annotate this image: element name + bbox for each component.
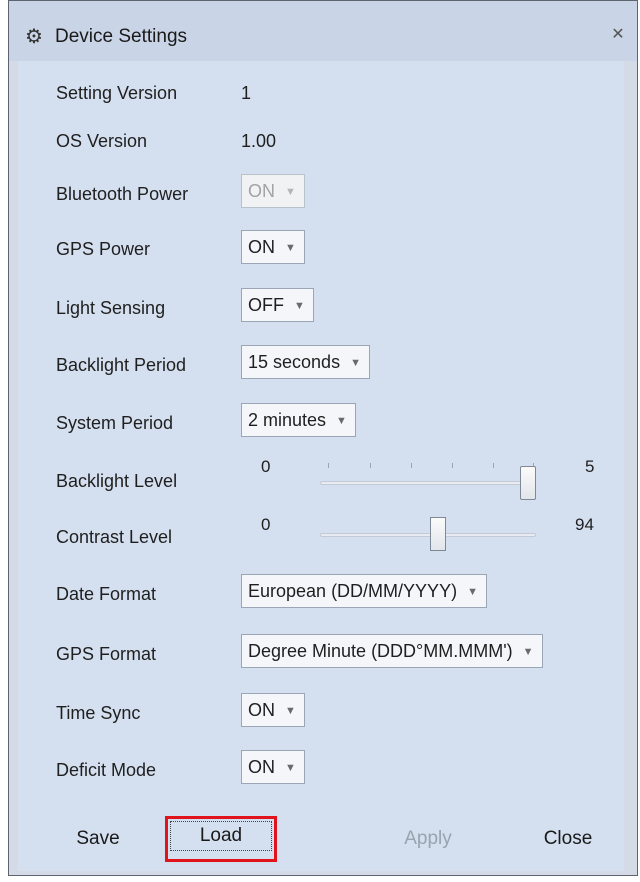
setting-version-value: 1 (241, 83, 252, 103)
contrast-level-thumb[interactable] (430, 517, 446, 551)
time-sync-value: ON (248, 700, 275, 720)
deficit-mode-dropdown[interactable]: ON ▼ (241, 750, 305, 784)
gps-power-value: ON (248, 237, 275, 257)
device-settings-dialog: ⚙ Device Settings ✕ Setting Version 1 OS… (8, 0, 638, 876)
dropdown-arrow-icon: ▼ (350, 357, 361, 370)
gps-power-dropdown[interactable]: ON ▼ (241, 230, 305, 264)
backlight-period-label: Backlight Period (56, 355, 187, 375)
bluetooth-power-dropdown: ON ▼ (241, 174, 305, 208)
close-button[interactable]: Close (528, 819, 608, 859)
dropdown-arrow-icon: ▼ (285, 762, 296, 775)
deficit-mode-value: ON (248, 757, 275, 777)
slider-tick (452, 463, 453, 468)
backlight-level-thumb[interactable] (520, 466, 536, 500)
date-format-dropdown[interactable]: European (DD/MM/YYYY) ▼ (241, 574, 487, 608)
gps-format-label: GPS Format (56, 644, 157, 664)
window-title: Device Settings (55, 26, 188, 47)
contrast-level-track[interactable] (320, 533, 536, 537)
time-sync-dropdown[interactable]: ON ▼ (241, 693, 305, 727)
dropdown-arrow-icon: ▼ (294, 300, 305, 313)
date-format-label: Date Format (56, 584, 157, 604)
gear-icon: ⚙ (25, 26, 43, 48)
gps-format-value: Degree Minute (DDD°MM.MMM') (248, 641, 513, 661)
contrast-level-label: Contrast Level (56, 527, 173, 547)
load-button-label: Load (170, 821, 272, 851)
backlight-level-min: 0 (261, 457, 271, 476)
backlight-level-label: Backlight Level (56, 471, 178, 491)
slider-tick (411, 463, 412, 468)
deficit-mode-label: Deficit Mode (56, 760, 157, 780)
dropdown-arrow-icon: ▼ (285, 186, 296, 199)
dropdown-arrow-icon: ▼ (522, 646, 534, 659)
dropdown-arrow-icon: ▼ (467, 586, 478, 599)
light-sensing-dropdown[interactable]: OFF ▼ (241, 288, 314, 322)
title-bar: ⚙ Device Settings ✕ (9, 1, 637, 61)
backlight-level-max: 5 (585, 457, 595, 476)
gps-power-label: GPS Power (56, 239, 151, 259)
save-button[interactable]: Save (58, 819, 138, 859)
light-sensing-value: OFF (248, 295, 284, 315)
bluetooth-power-label: Bluetooth Power (56, 184, 189, 204)
dropdown-arrow-icon: ▼ (336, 415, 347, 428)
os-version-label: OS Version (56, 131, 148, 151)
system-period-value: 2 minutes (248, 410, 327, 430)
slider-tick (328, 463, 329, 468)
apply-button: Apply (404, 828, 452, 849)
dropdown-arrow-icon: ▼ (285, 705, 296, 718)
dropdown-arrow-icon: ▼ (285, 242, 296, 255)
load-button[interactable]: Load (165, 816, 277, 862)
backlight-level-track[interactable] (320, 481, 536, 485)
date-format-value: European (DD/MM/YYYY) (248, 581, 458, 601)
system-period-dropdown[interactable]: 2 minutes ▼ (241, 403, 356, 437)
slider-tick (493, 463, 494, 468)
contrast-level-min: 0 (261, 515, 271, 534)
backlight-period-value: 15 seconds (248, 352, 341, 372)
light-sensing-label: Light Sensing (56, 298, 166, 318)
slider-tick (370, 463, 371, 468)
system-period-label: System Period (56, 413, 174, 433)
settings-panel: Setting Version 1 OS Version 1.00 Blueto… (18, 61, 624, 871)
os-version-value: 1.00 (241, 131, 277, 151)
setting-version-label: Setting Version (56, 83, 178, 103)
bluetooth-power-value: ON (248, 181, 275, 201)
backlight-period-dropdown[interactable]: 15 seconds ▼ (241, 345, 370, 379)
close-window-icon[interactable]: ✕ (609, 26, 627, 44)
contrast-level-max: 94 (575, 515, 594, 534)
gps-format-dropdown[interactable]: Degree Minute (DDD°MM.MMM') ▼ (241, 634, 543, 668)
time-sync-label: Time Sync (56, 703, 141, 723)
